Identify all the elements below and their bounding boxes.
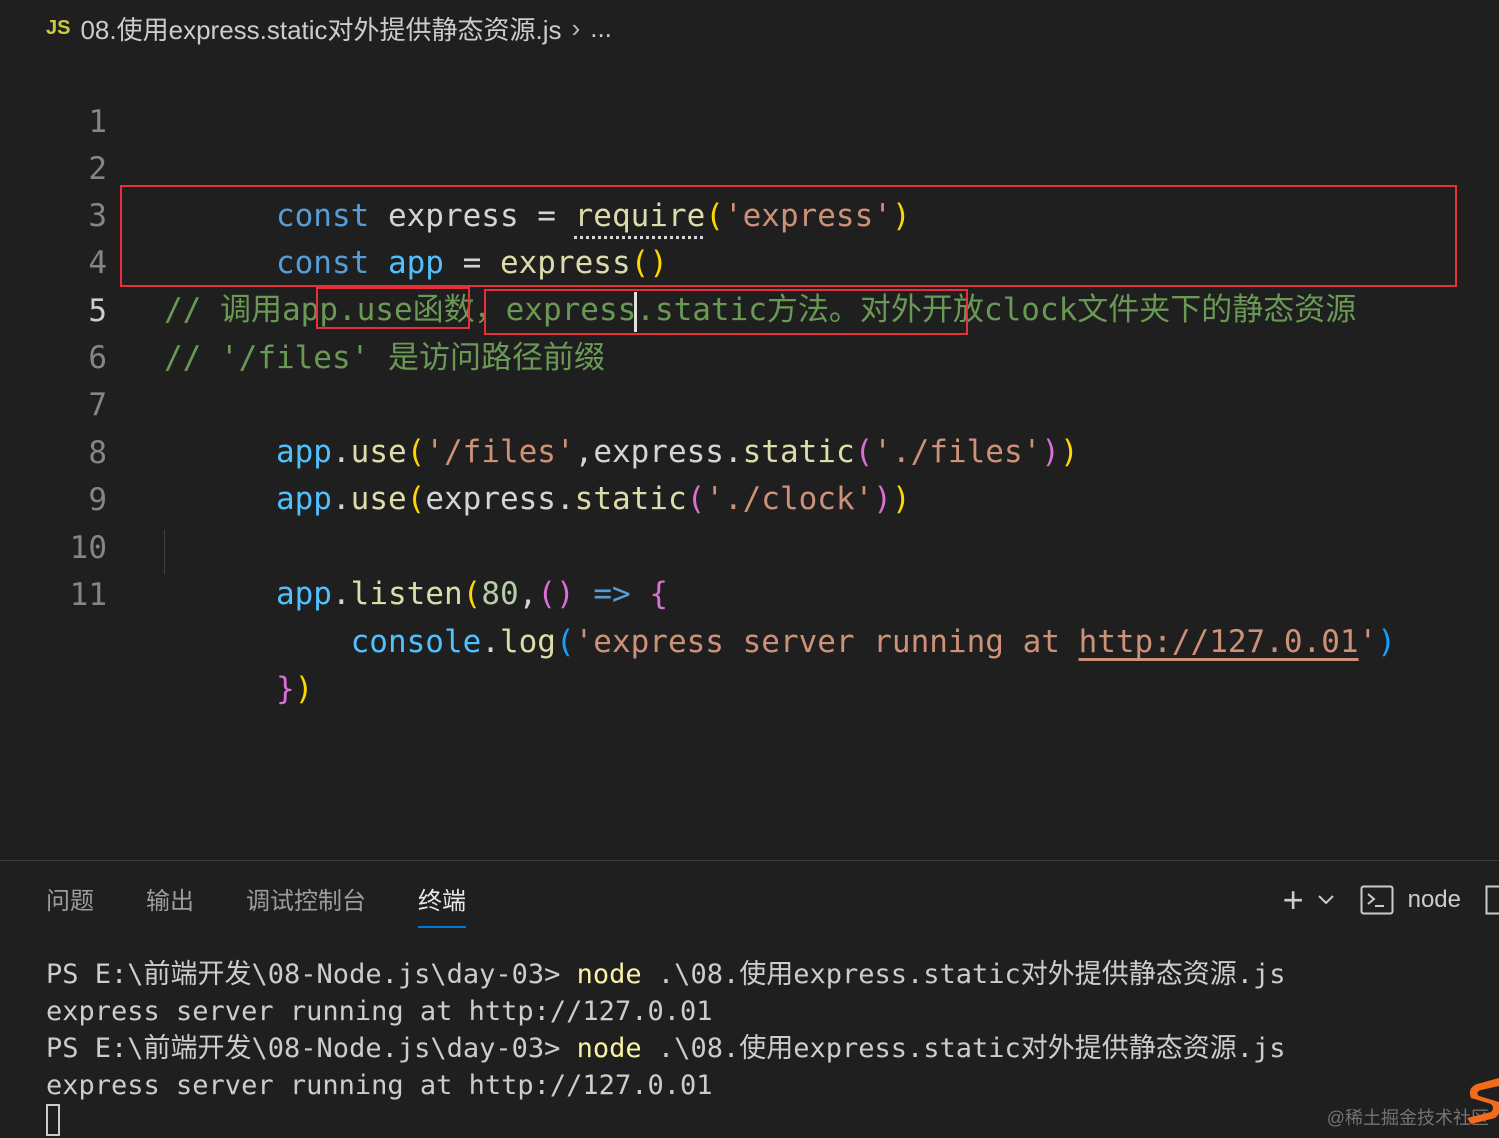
terminal-output-line: express server running at http://127.0.0… (46, 996, 713, 1027)
breadcrumb: JS 08.使用express.static对外提供静态资源.js › ... (46, 10, 612, 46)
tab-output[interactable]: 输出 (146, 880, 194, 926)
string-literal: 'express server running at (574, 624, 1079, 660)
string-literal: ' (1358, 624, 1378, 660)
dot: . (481, 624, 500, 660)
terminal-args: .\08.使用express.static对外提供静态资源.js (641, 959, 1286, 990)
terminal-command: node (576, 959, 642, 990)
code-line-11[interactable]: 11 }) (0, 525, 1499, 707)
terminal-prompt: PS E:\前端开发\08-Node.js\day-03> (46, 959, 577, 990)
panel-divider (0, 860, 1499, 861)
terminal-prompt: PS E:\前端开发\08-Node.js\day-03> (46, 1033, 577, 1064)
tab-problems[interactable]: 问题 (46, 880, 94, 926)
indent-guide (164, 530, 165, 574)
add-terminal-icon[interactable]: + (1283, 879, 1304, 921)
bracket: } (275, 671, 295, 707)
function-name: log (499, 624, 556, 660)
terminal-name[interactable]: node (1408, 886, 1461, 914)
breadcrumb-ellipsis[interactable]: ... (590, 13, 612, 44)
terminal-icon[interactable] (1360, 885, 1394, 915)
static-middleware-highlight-box (484, 289, 968, 335)
split-terminal-icon[interactable] (1485, 885, 1499, 915)
code-line-7[interactable]: 7 app.use(express.static('./clock')) (0, 335, 1499, 517)
bracket: ) (294, 671, 314, 707)
chevron-right-icon: › (571, 12, 581, 43)
identifier: console (350, 624, 482, 660)
js-file-icon: JS (46, 16, 71, 39)
terminal-toolbar: + node (1283, 878, 1499, 922)
panel-tab-bar: 问题 输出 调试控制台 终端 (46, 880, 466, 930)
chevron-down-icon[interactable] (1317, 895, 1334, 905)
terminal-output[interactable]: PS E:\前端开发\08-Node.js\day-03> node .\08.… (46, 956, 1286, 1104)
terminal-output-line: express server running at http://127.0.0… (46, 1070, 713, 1101)
code-line-8[interactable]: 8 (0, 383, 1499, 471)
code-line-9[interactable]: 9 app.listen(80,() => { (0, 430, 1499, 612)
line-number: 11 (69, 577, 107, 613)
terminal-command: node (576, 1033, 642, 1064)
bracket: ( (555, 624, 575, 660)
bracket: ) (1377, 624, 1396, 660)
tab-debug-console[interactable]: 调试控制台 (246, 880, 366, 926)
url-link[interactable]: http://127.0.01 (1079, 624, 1359, 660)
terminal-args: .\08.使用express.static对外提供静态资源.js (641, 1033, 1286, 1064)
terminal-cursor (46, 1104, 60, 1136)
tab-terminal[interactable]: 终端 (418, 880, 466, 928)
code-line-1[interactable]: 1 const express = require('express') (0, 52, 1499, 234)
breadcrumb-file[interactable]: 08.使用express.static对外提供静态资源.js (80, 10, 561, 47)
code-line-2[interactable]: 2 const app = express() (0, 99, 1499, 281)
code-line-10[interactable]: 10 console.log('express server running a… (0, 478, 1499, 660)
logo-icon (1467, 1078, 1499, 1124)
comment-highlight-box (120, 185, 1457, 287)
code-editor[interactable]: 1 const express = require('express') 2 c… (0, 50, 1499, 860)
path-prefix-highlight-box (316, 287, 470, 329)
